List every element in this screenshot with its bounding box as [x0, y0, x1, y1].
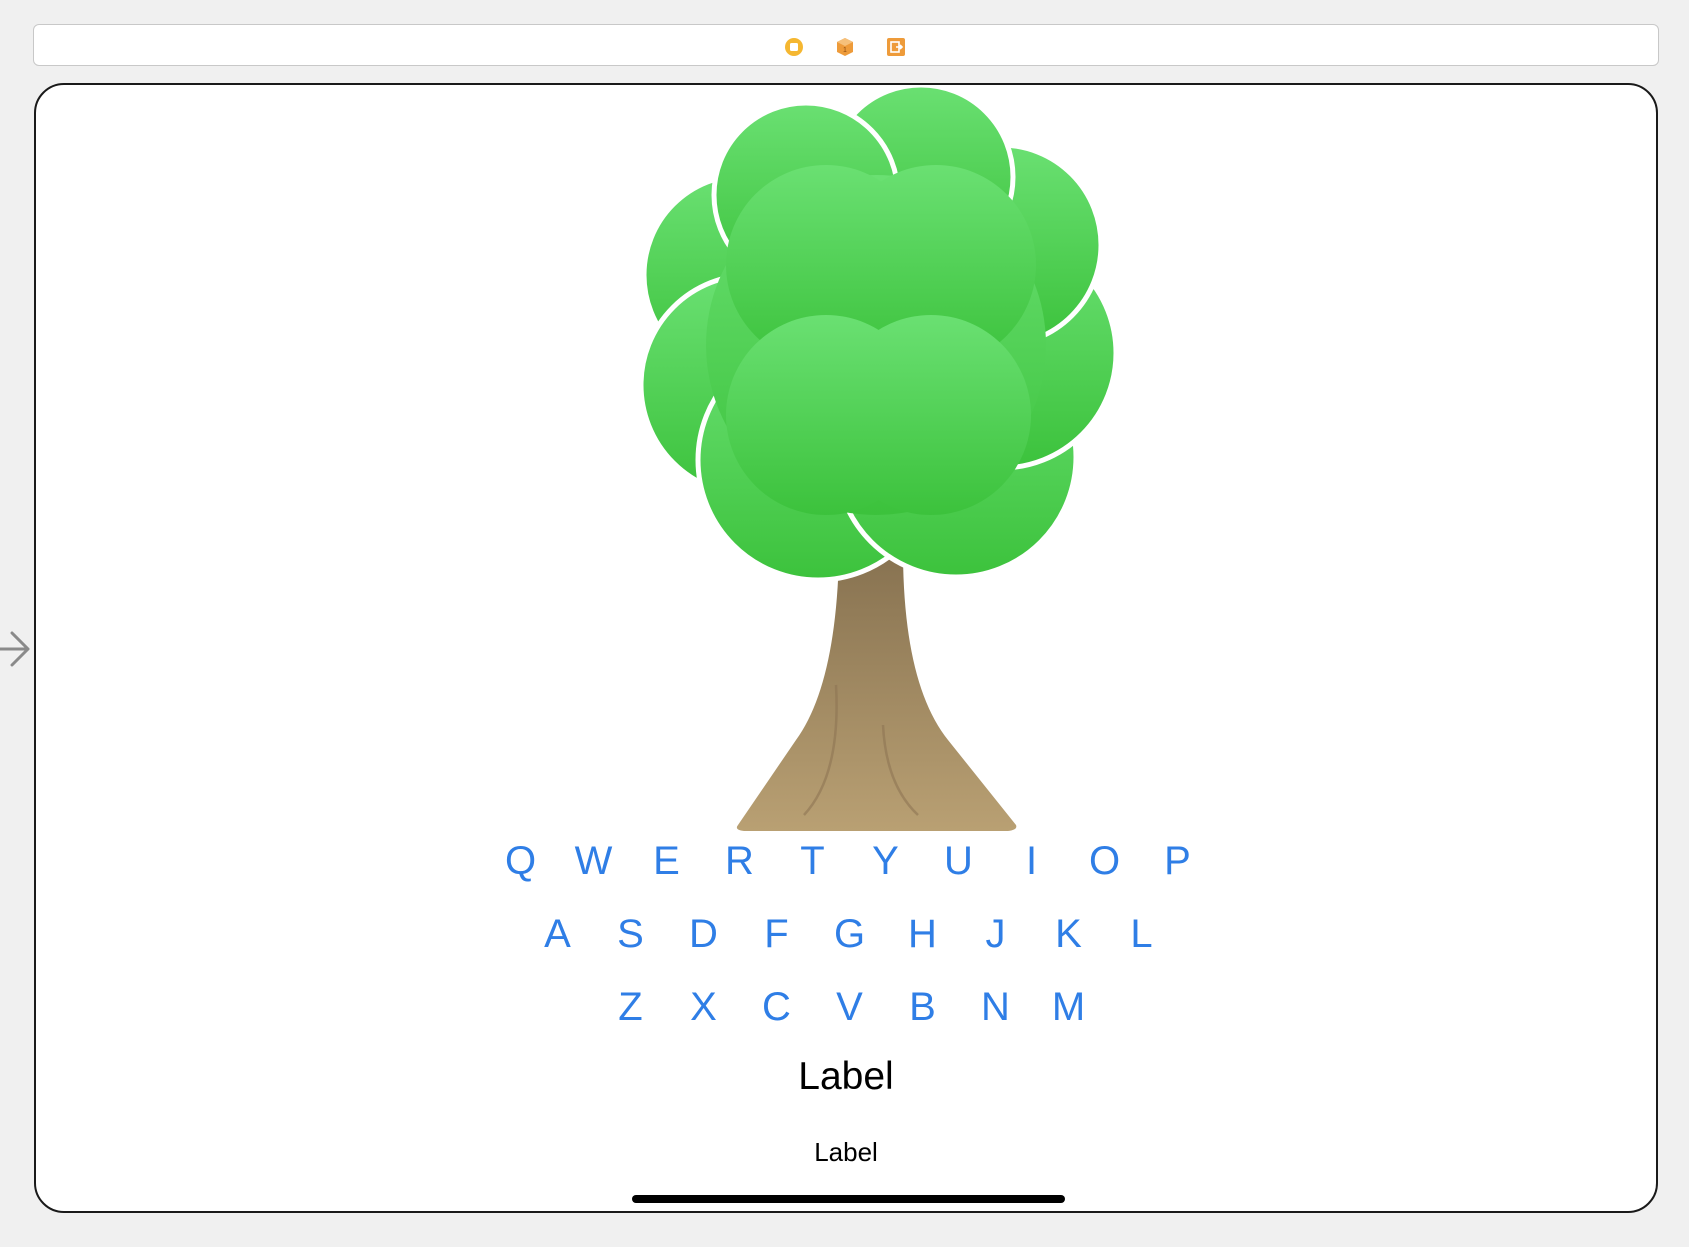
key-h[interactable]: H — [886, 906, 959, 962]
device-canvas: Q W E R T Y U I O P A S D F G H J K L Z … — [34, 83, 1658, 1213]
key-d[interactable]: D — [667, 906, 740, 962]
key-x[interactable]: X — [667, 979, 740, 1035]
tree-icon — [638, 85, 1119, 831]
home-indicator — [632, 1195, 1065, 1203]
score-label: Label — [814, 1137, 878, 1167]
key-n[interactable]: N — [959, 979, 1032, 1035]
key-s[interactable]: S — [594, 906, 667, 962]
key-l[interactable]: L — [1105, 906, 1178, 962]
key-y[interactable]: Y — [849, 833, 922, 889]
correct-word-label: Label — [798, 1055, 894, 1098]
key-r[interactable]: R — [703, 833, 776, 889]
keyboard-row-2: A S D F G H J K L — [521, 906, 1178, 962]
keyboard-row-1: Q W E R T Y U I O P — [484, 833, 1214, 889]
key-i[interactable]: I — [995, 833, 1068, 889]
scene-dock: 1 — [33, 24, 1659, 66]
key-c[interactable]: C — [740, 979, 813, 1035]
key-p[interactable]: P — [1141, 833, 1214, 889]
key-e[interactable]: E — [630, 833, 703, 889]
key-f[interactable]: F — [740, 906, 813, 962]
view-controller-icon[interactable] — [784, 37, 804, 57]
key-g[interactable]: G — [813, 906, 886, 962]
exit-icon[interactable] — [886, 37, 906, 57]
key-j[interactable]: J — [959, 906, 1032, 962]
key-a[interactable]: A — [521, 906, 594, 962]
key-w[interactable]: W — [557, 833, 630, 889]
key-b[interactable]: B — [886, 979, 959, 1035]
key-v[interactable]: V — [813, 979, 886, 1035]
key-u[interactable]: U — [922, 833, 995, 889]
keyboard-row-3: Z X C V B N M — [594, 979, 1105, 1035]
key-k[interactable]: K — [1032, 906, 1105, 962]
first-responder-icon[interactable]: 1 — [835, 37, 855, 57]
key-t[interactable]: T — [776, 833, 849, 889]
key-z[interactable]: Z — [594, 979, 667, 1035]
svg-text:1: 1 — [843, 47, 847, 54]
key-m[interactable]: M — [1032, 979, 1105, 1035]
key-o[interactable]: O — [1068, 833, 1141, 889]
entry-arrow-icon — [0, 624, 34, 674]
key-q[interactable]: Q — [484, 833, 557, 889]
